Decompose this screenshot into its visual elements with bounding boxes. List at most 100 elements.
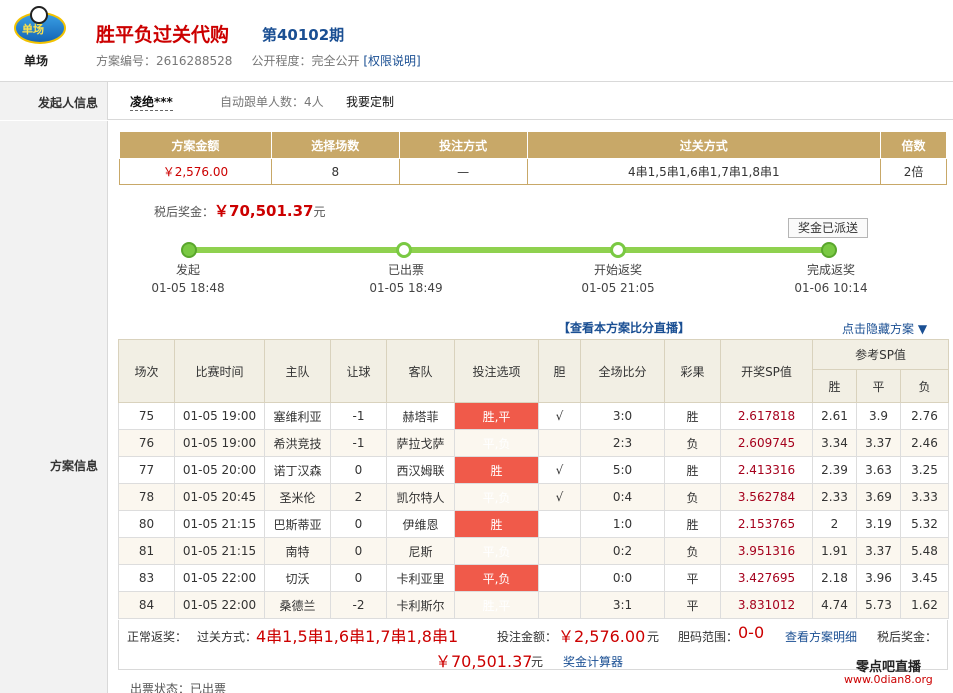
ref-sub-header: 胜 xyxy=(812,369,857,403)
score-live-link[interactable]: 【查看本方案比分直播】 xyxy=(558,319,690,336)
initiator-section-label: 发起人信息 xyxy=(37,96,98,110)
progress-node-payout-start xyxy=(610,242,626,258)
ref-sp-win: 2.39 xyxy=(812,456,857,484)
custom-plan-link[interactable]: 我要定制 xyxy=(346,93,394,110)
progress-node-start xyxy=(181,242,197,258)
bet-method: — xyxy=(398,158,528,185)
stage-time: 01-06 10:14 xyxy=(794,281,868,295)
ref-sp-header: 参考SP值 xyxy=(811,339,950,370)
progress-node-ticket xyxy=(396,242,412,258)
col-header: 开奖SP值 xyxy=(720,339,813,403)
permission-link[interactable]: [权限说明] xyxy=(363,54,420,68)
summary-header: 过关方式 xyxy=(526,131,882,159)
stage-time: 01-05 18:49 xyxy=(369,281,443,295)
result: 胜 xyxy=(664,456,721,484)
away-team: 凯尔特人 xyxy=(386,483,455,511)
initiator-name-link[interactable]: 凌绝*** xyxy=(130,93,173,111)
watermark-url: www.0dian8.org xyxy=(844,673,933,686)
progress-stage: 发起 01-05 18:48 xyxy=(133,261,243,297)
table-row: 76 01-05 19:00 希洪竞技 -1 萨拉戈萨 平,负 2:3 负 2.609745 3.… xyxy=(118,429,950,457)
table-row: 84 01-05 22:00 桑德兰 -2 卡利斯尔 胜,平 3:1 平 3.831012 4.7… xyxy=(118,591,950,619)
stage-name: 完成返奖 xyxy=(806,263,855,277)
full-score: 2:3 xyxy=(580,429,665,457)
initiator-label-cell: 发起人信息 xyxy=(0,82,108,120)
ref-sp-lose: 3.33 xyxy=(899,483,950,511)
match-time: 01-05 22:00 xyxy=(174,564,265,592)
plan-amount: ￥2,576.00 xyxy=(119,158,272,185)
ref-sp-draw: 3.69 xyxy=(856,483,901,511)
full-score: 0:0 xyxy=(580,564,665,592)
table-row: 83 01-05 22:00 切沃 0 卡利亚里 平,负 0:0 平 3.427695 2.18 3… xyxy=(118,564,950,592)
bet-pick: 平,负 xyxy=(454,483,539,511)
bet-pick: 平,负 xyxy=(454,564,539,592)
match-no: 76 xyxy=(118,429,175,457)
logo-label: 单场 xyxy=(24,54,49,68)
ref-sp-draw: 3.37 xyxy=(856,429,901,457)
banker: √ xyxy=(538,483,581,511)
ref-sp-win: 2 xyxy=(812,510,857,538)
table-row: 77 01-05 20:00 诺丁汉森 0 西汉姆联胜 √ 5:0 胜 2.413316 2.39… xyxy=(118,456,950,484)
sp-value: 3.562784 xyxy=(720,483,813,511)
col-header: 场次 xyxy=(118,339,175,403)
sp-value: 2.153765 xyxy=(720,510,813,538)
full-score: 0:2 xyxy=(580,537,665,565)
match-no: 80 xyxy=(118,510,175,538)
ref-sp-draw: 3.9 xyxy=(856,402,901,430)
ref-sp-draw: 3.96 xyxy=(856,564,901,592)
ref-sp-lose: 5.32 xyxy=(899,510,950,538)
full-score: 1:0 xyxy=(580,510,665,538)
banker xyxy=(538,537,581,565)
table-row: 75 01-05 19:00 塞维利亚 -1 赫塔菲 胜,平 √ 3:0 胜 2.617818 2.… xyxy=(118,402,950,430)
plan-no: 2616288528 xyxy=(156,54,233,68)
result: 胜 xyxy=(664,510,721,538)
sp-value: 2.617818 xyxy=(720,402,813,430)
match-table: 场次 比赛时间 主队 让球 客队 投注选项 胆 全场比分 彩果 开奖SP值 参考… xyxy=(118,339,950,619)
bet-pick: 胜 xyxy=(454,456,539,484)
sp-value: 3.951316 xyxy=(720,537,813,565)
banker: √ xyxy=(538,456,581,484)
summary-header: 投注方式 xyxy=(398,131,528,159)
match-time: 01-05 19:00 xyxy=(174,429,265,457)
full-score: 5:0 xyxy=(580,456,665,484)
normal-payout-label: 正常返奖： xyxy=(127,630,188,644)
banker-range-value: 0-0 xyxy=(738,623,765,642)
home-team: 南特 xyxy=(264,537,331,565)
banker-range-label: 胆码范围： xyxy=(678,630,739,644)
post-tax-footer-label: 税后奖金： xyxy=(877,630,938,644)
full-score: 3:0 xyxy=(580,402,665,430)
ref-sp-draw: 3.63 xyxy=(856,456,901,484)
prize-sent-badge: 奖金已派送 xyxy=(788,218,868,238)
bet-amount-value: ￥2,576.00 xyxy=(558,627,646,646)
ticket-status: 出票状态：已出票 xyxy=(130,682,227,693)
post-tax-unit: 元 xyxy=(313,205,326,219)
ref-sp-win: 2.61 xyxy=(812,402,857,430)
table-row: 81 01-05 21:15 南特 0 尼斯 平,负 0:2 负 3.951316 1.91 3.3… xyxy=(118,537,950,565)
stage-name: 已出票 xyxy=(387,263,424,277)
ref-sp-win: 1.91 xyxy=(812,537,857,565)
summary-header: 选择场数 xyxy=(270,131,400,159)
home-team: 希洪竞技 xyxy=(264,429,331,457)
away-team: 西汉姆联 xyxy=(386,456,455,484)
home-team: 切沃 xyxy=(264,564,331,592)
progress-stage: 开始返奖 01-05 21:05 xyxy=(563,261,673,297)
result: 平 xyxy=(664,591,721,619)
banker: √ xyxy=(538,402,581,430)
pass-value: 4串1,5串1,6串1,7串1,8串1 xyxy=(256,627,459,646)
bet-pick: 平,负 xyxy=(454,429,539,457)
multiple: 2倍 xyxy=(880,158,947,185)
home-team: 巴斯蒂亚 xyxy=(264,510,331,538)
home-team: 圣米伦 xyxy=(264,483,331,511)
match-time: 01-05 21:15 xyxy=(174,510,265,538)
prize-calculator-link[interactable]: 奖金计算器 xyxy=(563,653,623,670)
pass-method: 4串1,5串1,6串1,7串1,8串1 xyxy=(526,158,882,185)
hide-plan-link[interactable]: 点击隐藏方案 ▼ xyxy=(842,320,927,337)
col-header: 彩果 xyxy=(664,339,721,403)
col-header: 主队 xyxy=(264,339,331,403)
page-title: 胜平负过关代购 xyxy=(96,24,230,46)
header: 单场 单场 胜平负过关代购 第40102期 方案编号：2616288528 公开… xyxy=(0,0,953,82)
sp-value: 2.609745 xyxy=(720,429,813,457)
summary-table: 方案金额 选择场数 投注方式 过关方式 倍数 ￥2,576.00 8 — 4串1… xyxy=(119,131,947,185)
plan-detail-link[interactable]: 查看方案明细 xyxy=(785,628,857,645)
follow-count: 自动跟单人数：4人 xyxy=(220,95,324,109)
match-no: 78 xyxy=(118,483,175,511)
